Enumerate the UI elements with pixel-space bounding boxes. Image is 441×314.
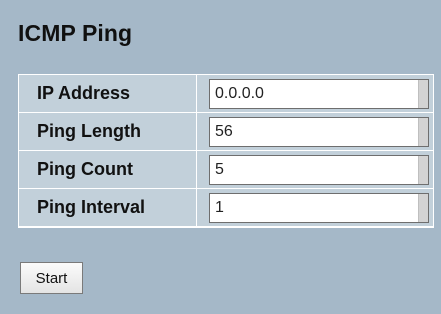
icmp-ping-page: ICMP Ping IP Address Ping Length — [0, 0, 441, 314]
ping-interval-input-cell — [197, 189, 433, 227]
ip-address-row: IP Address — [19, 75, 433, 113]
start-button[interactable]: Start — [20, 262, 83, 294]
ping-count-label: Ping Count — [37, 159, 133, 179]
ping-settings-table: IP Address Ping Length — [18, 74, 434, 228]
ip-address-input[interactable] — [210, 79, 410, 108]
ping-count-input[interactable] — [210, 155, 410, 184]
ping-length-row: Ping Length — [19, 113, 433, 151]
ping-length-input-cell — [197, 113, 433, 151]
ping-interval-field-frame — [209, 192, 429, 223]
ping-count-row: Ping Count — [19, 151, 433, 189]
ping-length-field-frame — [209, 116, 429, 147]
ping-length-label: Ping Length — [37, 121, 141, 141]
ip-address-input-cell — [197, 75, 433, 113]
ip-address-label: IP Address — [37, 83, 131, 103]
ping-length-input[interactable] — [210, 117, 410, 146]
ip-address-label-cell: IP Address — [19, 75, 197, 113]
ping-interval-row: Ping Interval — [19, 189, 433, 227]
ping-length-label-cell: Ping Length — [19, 113, 197, 151]
page-title: ICMP Ping — [18, 20, 133, 46]
ping-interval-label: Ping Interval — [37, 197, 146, 217]
ping-interval-input[interactable] — [210, 193, 410, 222]
ping-count-label-cell: Ping Count — [19, 151, 197, 189]
ip-address-field-frame — [209, 78, 429, 109]
ping-interval-label-cell: Ping Interval — [19, 189, 197, 227]
ping-count-input-cell — [197, 151, 433, 189]
ping-count-field-frame — [209, 154, 429, 185]
